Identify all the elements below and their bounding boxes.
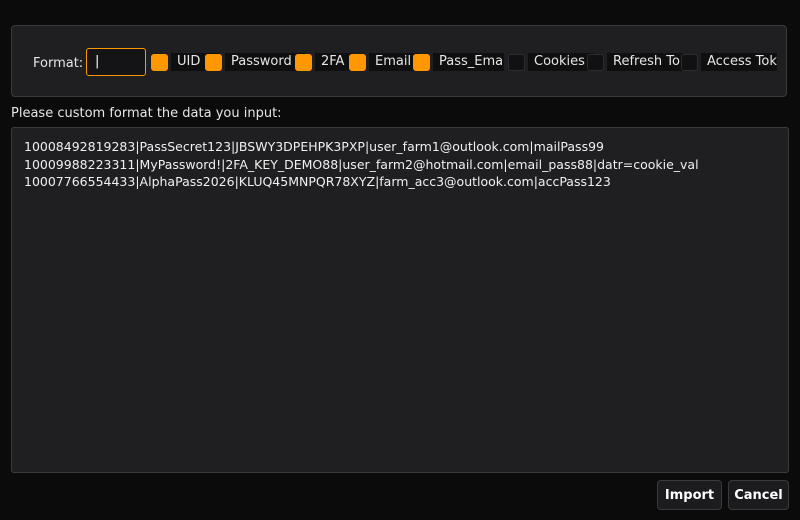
password-checkbox[interactable] — [205, 53, 222, 71]
uid-checkbox[interactable] — [151, 53, 168, 71]
email-label: Email — [369, 53, 419, 71]
option-cookies[interactable]: Cookies — [508, 53, 594, 71]
option-2fa[interactable]: 2FA — [295, 53, 353, 71]
refresh-token-checkbox[interactable] — [587, 53, 604, 71]
cookies-checkbox[interactable] — [508, 53, 525, 71]
data-line: 10009988223311|MyPassword!|2FA_KEY_DEMO8… — [24, 156, 699, 172]
import-button[interactable]: Import — [657, 480, 722, 510]
format-panel: Format: | UID Password 2FA Email Pass_Em… — [11, 25, 787, 97]
data-line: 10007766554433|AlphaPass2026|KLUQ45MNPQR… — [24, 174, 611, 189]
cancel-button[interactable]: Cancel — [728, 480, 789, 510]
cookies-label: Cookies — [528, 53, 594, 71]
2fa-label: 2FA — [315, 53, 353, 71]
option-access-token[interactable]: Access Tok — [681, 53, 777, 71]
data-line: 10008492819283|PassSecret123|JBSWY3DPEHP… — [24, 139, 604, 154]
pass-email-label: Pass_Emai — [433, 53, 504, 71]
data-input-area[interactable]: 10008492819283|PassSecret123|JBSWY3DPEHP… — [11, 127, 789, 473]
option-pass-email[interactable]: Pass_Emai — [413, 53, 504, 71]
instruction-text: Please custom format the data you input: — [11, 106, 282, 121]
2fa-checkbox[interactable] — [295, 53, 312, 71]
access-token-label: Access Tok — [701, 53, 777, 71]
refresh-token-label: Refresh To — [607, 53, 683, 71]
option-refresh-token[interactable]: Refresh To — [587, 53, 683, 71]
password-label: Password — [225, 53, 305, 71]
option-password[interactable]: Password — [205, 53, 305, 71]
format-label: Format: — [33, 56, 84, 71]
format-input[interactable]: | — [86, 48, 146, 76]
email-checkbox[interactable] — [349, 53, 366, 71]
pass-email-checkbox[interactable] — [413, 53, 430, 71]
access-token-checkbox[interactable] — [681, 53, 698, 71]
option-email[interactable]: Email — [349, 53, 419, 71]
